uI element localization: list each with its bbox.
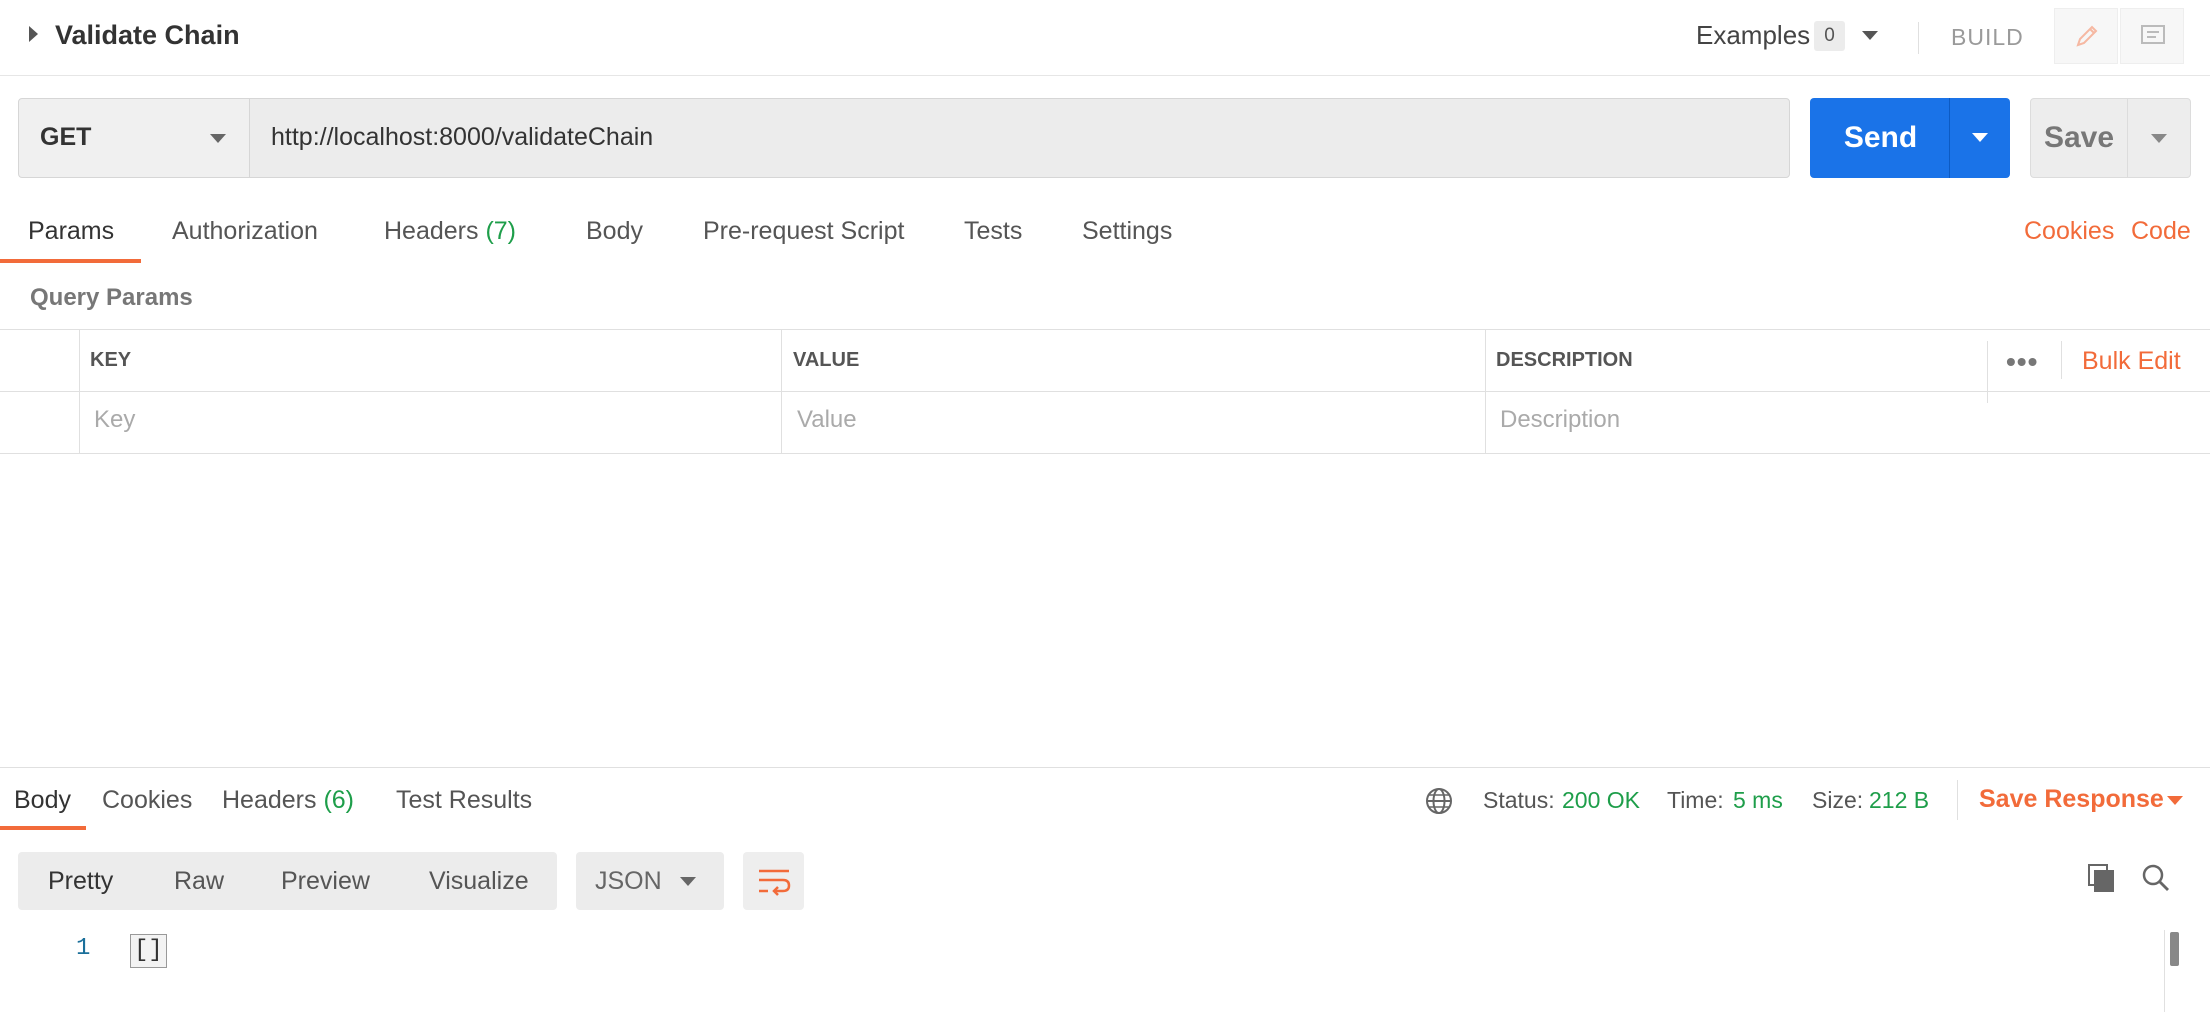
wrap-lines-button[interactable] [743, 852, 804, 910]
chevron-down-icon[interactable] [2167, 796, 2183, 805]
format-select[interactable]: JSON [576, 852, 724, 910]
tab-body[interactable]: Body [586, 217, 643, 246]
method-select[interactable]: GET [18, 98, 250, 178]
tab-params[interactable]: Params [28, 217, 114, 246]
code-link[interactable]: Code [2131, 217, 2191, 246]
send-options-button[interactable] [1949, 98, 2010, 178]
chevron-down-icon [210, 134, 226, 143]
examples-count-badge: 0 [1814, 21, 1845, 51]
size-value[interactable]: 212 B [1869, 787, 1929, 814]
divider [0, 391, 2210, 392]
cookies-link[interactable]: Cookies [2024, 217, 2114, 246]
active-tab-indicator [0, 259, 141, 263]
triangle-right-icon[interactable] [29, 26, 38, 42]
response-tab-headers-label: Headers [222, 786, 317, 814]
request-title-bar: Validate Chain Examples 0 BUILD [0, 0, 2210, 76]
column-header-key: KEY [90, 349, 132, 371]
response-divider[interactable] [0, 767, 2210, 768]
bulk-edit-link[interactable]: Bulk Edit [2082, 347, 2181, 376]
more-options-icon[interactable]: ••• [2006, 346, 2038, 378]
globe-icon[interactable] [1424, 786, 1454, 821]
tab-pre-request-script[interactable]: Pre-request Script [703, 217, 904, 246]
save-options-button[interactable] [2127, 98, 2191, 178]
divider [781, 329, 782, 453]
divider [2061, 341, 2062, 379]
tab-headers-label: Headers [384, 217, 479, 245]
response-tab-headers[interactable]: Headers (6) [222, 786, 354, 815]
url-input[interactable]: http://localhost:8000/validateChain [249, 98, 1790, 178]
tab-settings[interactable]: Settings [1082, 217, 1172, 246]
build-mode-label[interactable]: BUILD [1951, 24, 2024, 51]
edit-button[interactable] [2054, 8, 2118, 64]
divider [1987, 341, 1988, 403]
view-preview[interactable]: Preview [281, 867, 370, 896]
column-header-value: VALUE [793, 349, 860, 371]
divider [1485, 329, 1486, 453]
divider [1918, 22, 1919, 54]
url-value: http://localhost:8000/validateChain [271, 123, 654, 151]
send-button[interactable]: Send [1810, 98, 1951, 178]
divider [0, 453, 2210, 454]
view-visualize[interactable]: Visualize [429, 867, 529, 896]
search-icon[interactable] [2140, 862, 2172, 899]
comments-button[interactable] [2120, 8, 2184, 64]
scrollbar-track [2164, 930, 2165, 1012]
tab-headers-count: (7) [485, 217, 517, 245]
time-value[interactable]: 5 ms [1733, 787, 1783, 814]
chevron-down-icon[interactable] [1862, 31, 1878, 40]
line-number: 1 [76, 935, 91, 962]
value-input[interactable]: Value [797, 406, 857, 434]
size-label: Size: [1812, 787, 1864, 813]
response-tab-body[interactable]: Body [14, 786, 71, 815]
active-tab-indicator [0, 826, 86, 830]
divider [0, 329, 2210, 330]
query-params-table: KEY VALUE DESCRIPTION ••• Bulk Edit Key … [0, 329, 2210, 454]
response-tab-cookies[interactable]: Cookies [102, 786, 192, 815]
format-value: JSON [595, 867, 662, 895]
examples-label[interactable]: Examples [1696, 20, 1810, 51]
method-value: GET [40, 123, 92, 151]
pencil-icon [2076, 25, 2098, 47]
status-value[interactable]: 200 OK [1562, 787, 1640, 814]
description-input[interactable]: Description [1500, 406, 1620, 434]
divider [79, 329, 80, 453]
status-label: Status: [1483, 787, 1555, 813]
chevron-down-icon [680, 877, 696, 886]
view-raw[interactable]: Raw [174, 867, 224, 896]
scrollbar-thumb[interactable] [2170, 932, 2179, 966]
time-label: Time: [1667, 787, 1724, 813]
chevron-down-icon [1972, 133, 1988, 142]
save-response-button[interactable]: Save Response [1979, 785, 2164, 814]
save-button[interactable]: Save [2030, 98, 2128, 178]
wrap-lines-icon [759, 869, 791, 896]
view-mode-group: Pretty Raw Preview Visualize [18, 852, 557, 910]
tab-headers[interactable]: Headers (7) [384, 217, 516, 246]
response-tab-headers-count: (6) [323, 786, 355, 814]
view-pretty[interactable]: Pretty [48, 867, 113, 896]
response-body-code[interactable]: [] [130, 934, 167, 968]
tab-authorization[interactable]: Authorization [172, 217, 318, 246]
divider [1957, 780, 1958, 820]
response-tab-test-results[interactable]: Test Results [396, 786, 532, 815]
copy-icon[interactable] [2086, 862, 2118, 899]
comment-icon [2141, 25, 2165, 44]
column-header-description: DESCRIPTION [1496, 349, 1633, 371]
chevron-down-icon [2151, 134, 2167, 143]
request-name[interactable]: Validate Chain [55, 20, 240, 51]
tab-tests[interactable]: Tests [964, 217, 1022, 246]
query-params-heading: Query Params [30, 284, 193, 311]
key-input[interactable]: Key [94, 406, 135, 434]
